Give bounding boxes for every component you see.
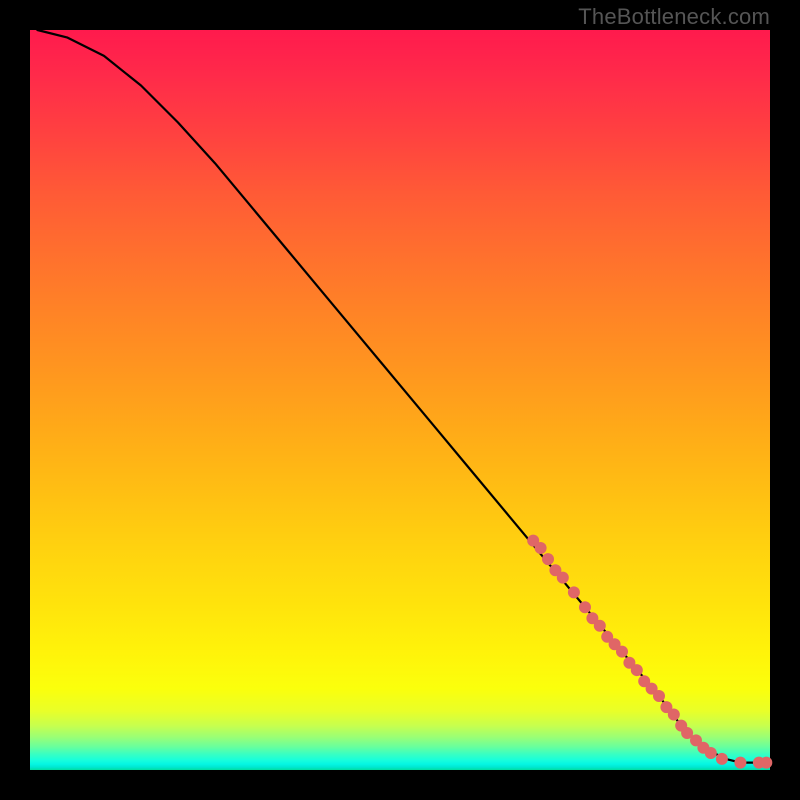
scatter-point	[734, 757, 746, 769]
watermark-text: TheBottleneck.com	[578, 4, 770, 30]
scatter-point	[542, 553, 554, 565]
scatter-markers	[527, 535, 772, 769]
scatter-point	[568, 586, 580, 598]
scatter-point	[760, 757, 772, 769]
chart-svg	[30, 30, 770, 770]
scatter-point	[631, 664, 643, 676]
scatter-point	[668, 709, 680, 721]
scatter-point	[616, 646, 628, 658]
scatter-point	[579, 601, 591, 613]
curve-line	[37, 30, 770, 763]
scatter-point	[535, 542, 547, 554]
scatter-point	[594, 620, 606, 632]
chart-frame: TheBottleneck.com	[0, 0, 800, 800]
scatter-point	[653, 690, 665, 702]
scatter-point	[557, 572, 569, 584]
plot-area	[30, 30, 770, 770]
scatter-point	[716, 753, 728, 765]
scatter-point	[705, 747, 717, 759]
